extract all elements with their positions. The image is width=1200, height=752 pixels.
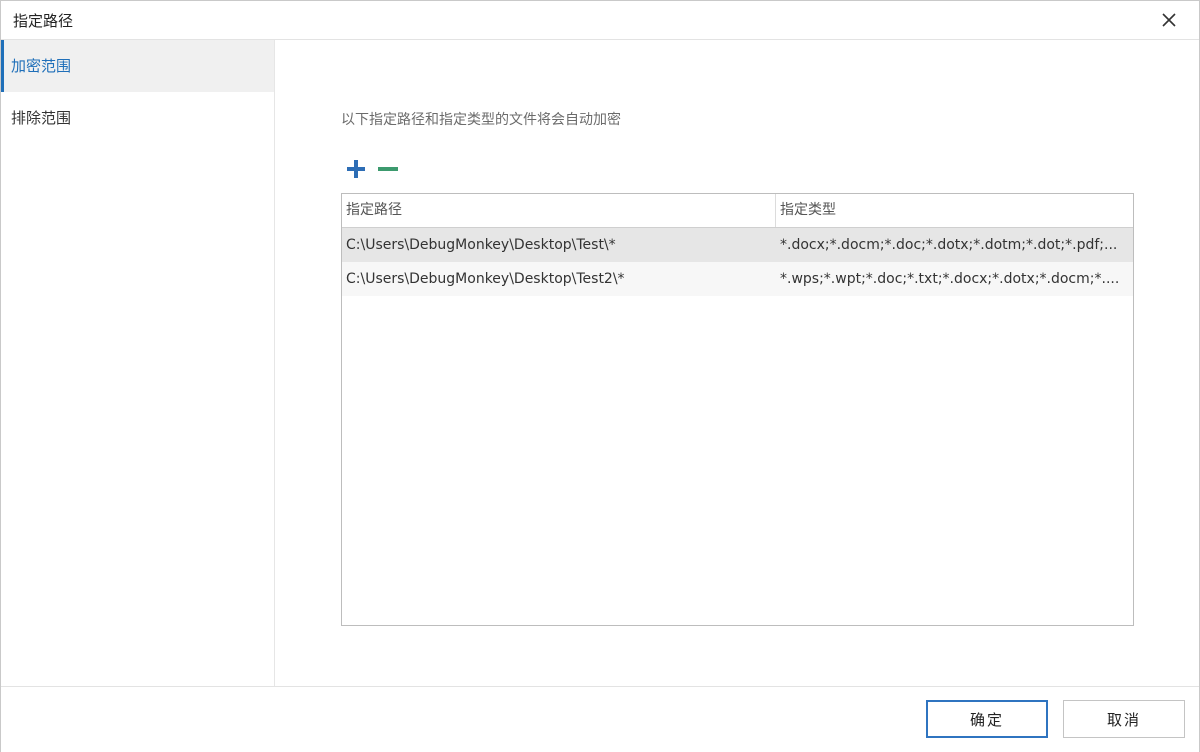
cancel-button[interactable]: 取消 — [1063, 700, 1185, 738]
path-cell: C:\Users\DebugMonkey\Desktop\Test\* — [346, 237, 616, 253]
close-button[interactable] — [1157, 8, 1181, 32]
main-panel: 以下指定路径和指定类型的文件将会自动加密 指定路径 指定类型 C:\Users\… — [275, 40, 1199, 686]
types-cell: *.wps;*.wpt;*.doc;*.txt;*.docx;*.dotx;*.… — [780, 271, 1120, 287]
table-header: 指定路径 指定类型 — [342, 194, 1133, 228]
sidebar-item-label: 排除范围 — [11, 109, 72, 127]
remove-path-button[interactable] — [377, 158, 399, 180]
table-row[interactable]: C:\Users\DebugMonkey\Desktop\Test2\* *.w… — [342, 262, 1133, 296]
dialog-footer: 确定 取消 — [1, 686, 1199, 752]
path-table: 指定路径 指定类型 C:\Users\DebugMonkey\Desktop\T… — [341, 193, 1134, 626]
table-row[interactable]: C:\Users\DebugMonkey\Desktop\Test\* *.do… — [342, 228, 1133, 262]
title-bar: 指定路径 — [1, 1, 1199, 40]
column-header-path[interactable]: 指定路径 — [342, 194, 776, 227]
sidebar-item-encrypt-scope[interactable]: 加密范围 — [1, 40, 274, 92]
sidebar-item-exclude-scope[interactable]: 排除范围 — [1, 92, 274, 144]
sidebar: 加密范围 排除范围 — [1, 40, 275, 686]
table-toolbar — [345, 158, 399, 182]
add-path-button[interactable] — [345, 158, 367, 180]
description-text: 以下指定路径和指定类型的文件将会自动加密 — [341, 112, 621, 128]
window-title: 指定路径 — [13, 12, 74, 30]
types-cell: *.docx;*.docm;*.doc;*.dotx;*.dotm;*.dot;… — [780, 237, 1118, 253]
column-header-types[interactable]: 指定类型 — [776, 194, 1133, 227]
minus-icon — [378, 167, 398, 171]
ok-button[interactable]: 确定 — [926, 700, 1048, 738]
close-icon — [1162, 13, 1176, 27]
sidebar-item-label: 加密范围 — [11, 57, 72, 75]
plus-icon — [347, 160, 365, 178]
path-cell: C:\Users\DebugMonkey\Desktop\Test2\* — [346, 271, 625, 287]
dialog-window: 指定路径 加密范围 排除范围 以下指定路径和指定类型的文件将会自动加密 指定路径… — [0, 0, 1200, 752]
